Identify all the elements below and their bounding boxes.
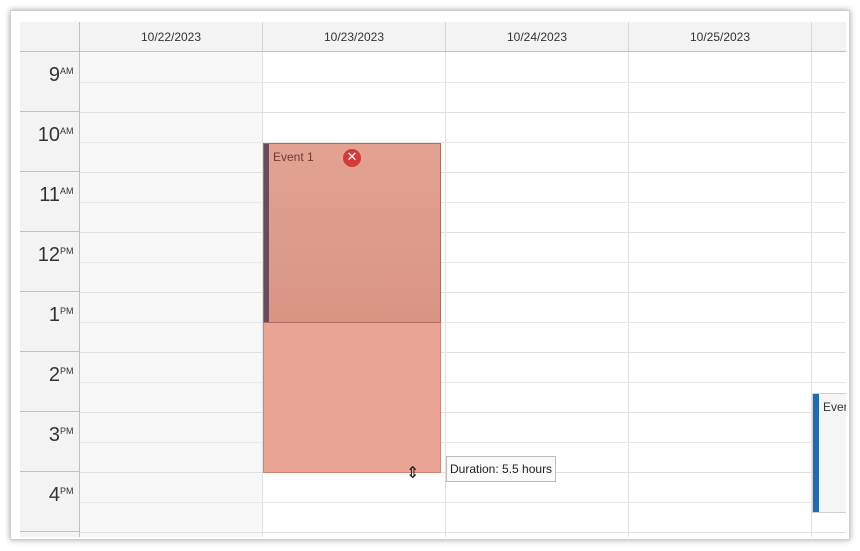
hour-number: 12 [37,244,60,266]
hour-line [80,532,846,533]
day-header-3[interactable]: 10/24/2023 [446,22,629,51]
hour-ampm: PM [60,246,74,256]
hour-ampm: AM [60,66,74,76]
event-1-title: Event 1 [273,150,314,164]
hour-ampm: PM [60,366,74,376]
day-column-4[interactable] [629,52,812,537]
half-hour-line [80,82,846,83]
event-1-color-bar [264,144,269,322]
resize-cursor-icon: ⇕ [406,463,420,482]
event-delete-icon[interactable]: ✕ [343,149,361,167]
day-header-4[interactable]: 10/25/2023 [629,22,812,51]
hour-line [80,412,846,413]
hour-row-header: 9 AM 10 AM 11 AM 12 PM 1 PM 2 PM 3 PM 4 PM [20,52,80,537]
hour-label: 1 PM [20,292,79,352]
hour-number: 11 [39,184,60,206]
hour-number: 4 [48,484,60,506]
half-hour-line [80,322,846,323]
half-hour-line [80,142,846,143]
half-hour-line [80,382,846,383]
hour-ampm: PM [60,486,74,496]
hour-label: 3 PM [20,412,79,472]
hour-label: 10 AM [20,112,79,172]
hour-ampm: AM [60,126,74,136]
event-2[interactable]: Even [812,393,846,513]
hour-number: 2 [48,364,60,386]
hour-label: 4 PM [20,472,79,532]
event-1[interactable]: Event 1 ✕ [263,143,441,323]
hour-label: 2 PM [20,352,79,412]
hour-label: 9 AM [20,52,79,112]
hour-label: 11 AM [20,172,79,232]
hour-line [80,292,846,293]
day-header-1[interactable]: 10/22/2023 [80,22,263,51]
hour-number: 10 [37,124,60,146]
week-calendar: 10/22/2023 10/23/2023 10/24/2023 10/25/2… [20,22,846,537]
calendar-corner [20,22,80,52]
hour-label: 12 PM [20,232,79,292]
day-header-2[interactable]: 10/23/2023 [263,22,446,51]
day-header-5[interactable] [812,22,846,51]
hour-ampm: AM [60,186,74,196]
event-2-color-bar [813,394,819,512]
hour-number: 9 [48,64,60,86]
day-header-row: 10/22/2023 10/23/2023 10/24/2023 10/25/2… [80,22,846,52]
hour-line [80,232,846,233]
calendar-grid[interactable]: Event 1 ✕ ⇕ Duration: 5.5 hours Even [80,52,846,537]
hour-number: 3 [48,424,60,446]
half-hour-line [80,442,846,443]
duration-tooltip: Duration: 5.5 hours [446,456,557,482]
hour-line [80,352,846,353]
hour-ampm: PM [60,426,74,436]
hour-line [80,112,846,113]
hour-number: 1 [48,304,60,326]
half-hour-line [80,262,846,263]
day-column-1[interactable] [80,52,263,537]
half-hour-line [80,502,846,503]
calendar-window: 10/22/2023 10/23/2023 10/24/2023 10/25/2… [10,10,850,540]
half-hour-line [80,202,846,203]
resize-shadow [263,323,441,473]
hour-ampm: PM [60,306,74,316]
hour-line [80,172,846,173]
event-2-title: Even [823,400,846,414]
